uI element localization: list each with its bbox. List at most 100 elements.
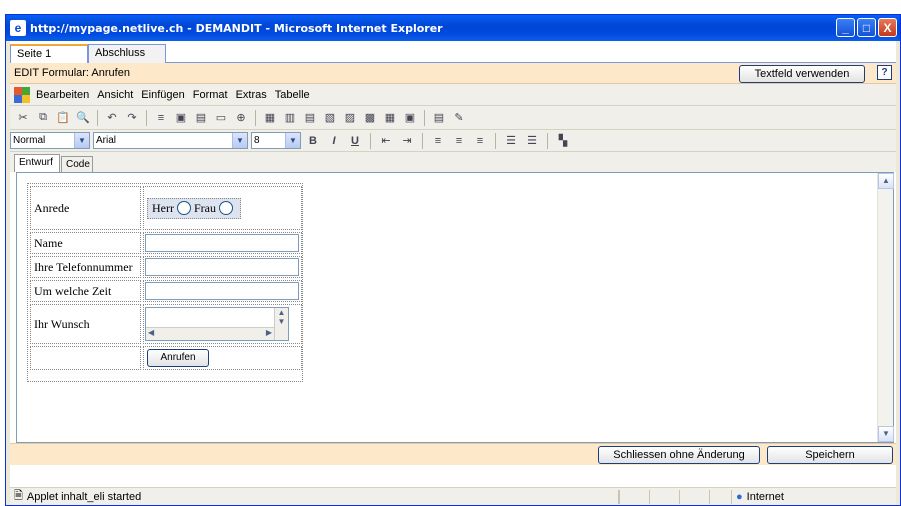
title-bar[interactable]: e http://mypage.netlive.ch - DEMANDIT - …	[6, 15, 900, 41]
table-icon[interactable]: ▦	[261, 109, 279, 127]
text-color-icon[interactable]: ▚	[554, 132, 572, 150]
font-select[interactable]: Arial ▼	[93, 132, 248, 149]
editor-view-tabs: Entwurf Code	[10, 152, 896, 172]
wunsch-textarea[interactable]: ▲ ▼ ◀ ▶	[145, 307, 289, 341]
close-icon: X	[883, 20, 892, 35]
tab-abschluss[interactable]: Abschluss	[88, 44, 166, 63]
menu-bearbeiten[interactable]: Bearbeiten	[36, 89, 89, 101]
link-icon[interactable]: ⊕	[232, 109, 250, 127]
scroll-down-icon[interactable]: ▼	[275, 317, 288, 326]
save-button[interactable]: Speichern	[767, 446, 893, 464]
minimize-button[interactable]: _	[836, 18, 855, 37]
wunsch-cell: ▲ ▼ ◀ ▶	[143, 304, 302, 344]
merge-cells-icon[interactable]: ▩	[361, 109, 379, 127]
cell-properties-icon[interactable]: ▣	[401, 109, 419, 127]
indent-icon[interactable]: ⇥	[398, 132, 416, 150]
ie-logo-icon: e	[10, 20, 26, 36]
paste-icon[interactable]: 📋	[54, 109, 72, 127]
delete-column-icon[interactable]: ▧	[321, 109, 339, 127]
maximize-button[interactable]: □	[857, 18, 876, 37]
font-select-value: Arial	[96, 135, 117, 146]
telefon-label: Ihre Telefonnummer	[30, 256, 141, 278]
herr-radio[interactable]	[176, 201, 191, 215]
use-textfield-button[interactable]: Textfeld verwenden	[739, 65, 865, 83]
align-center-icon[interactable]: ≡	[450, 132, 468, 150]
footer-bar: Schliessen ohne Änderung Speichern	[10, 443, 896, 465]
delete-row-icon[interactable]: ▨	[341, 109, 359, 127]
status-text: Applet inhalt_eli started	[26, 490, 142, 503]
image-icon[interactable]: ▣	[172, 109, 190, 127]
zeit-label: Um welche Zeit	[30, 280, 141, 302]
anrede-label: Anrede	[30, 186, 141, 230]
style-select-value: Normal	[13, 135, 46, 146]
scroll-left-icon[interactable]: ◀	[148, 328, 154, 337]
unordered-list-icon[interactable]: ☰	[523, 132, 541, 150]
redo-icon[interactable]: ↷	[123, 109, 141, 127]
outdent-icon[interactable]: ⇤	[377, 132, 395, 150]
telefon-input[interactable]	[145, 258, 299, 276]
size-select[interactable]: 8 ▼	[251, 132, 301, 149]
globe-icon: ●	[736, 490, 743, 503]
scroll-up-icon[interactable]: ▲	[275, 308, 288, 317]
ordered-list-icon[interactable]: ☰	[502, 132, 520, 150]
browser-window: e http://mypage.netlive.ch - DEMANDIT - …	[5, 14, 901, 506]
name-label: Name	[30, 232, 141, 254]
textarea-vscroll[interactable]: ▲ ▼	[274, 308, 288, 340]
frau-radio[interactable]	[218, 201, 233, 215]
menu-einfuegen[interactable]: Einfügen	[141, 89, 184, 101]
editor-toolbar: ✂ ⧉ 📋 🔍 ↶ ↷ ≡ ▣ ▤ ▭ ⊕ ▦ ▥ ▤ ▧ ▨ ▩ ▦ ▣ ▤ …	[10, 106, 896, 130]
frau-label: Frau	[193, 200, 216, 215]
zeit-input[interactable]	[145, 282, 299, 300]
close-button[interactable]: X	[878, 18, 897, 37]
undo-icon[interactable]: ↶	[103, 109, 121, 127]
menu-format[interactable]: Format	[193, 89, 228, 101]
menu-extras[interactable]: Extras	[236, 89, 267, 101]
herr-label: Herr	[152, 200, 174, 215]
textarea-hscroll[interactable]: ◀ ▶	[146, 327, 274, 340]
menu-tabelle[interactable]: Tabelle	[275, 89, 310, 101]
tab-seite-1[interactable]: Seite 1	[10, 44, 88, 63]
radio-group: Herr Frau	[147, 197, 241, 219]
name-cell	[143, 232, 302, 254]
insert-column-icon[interactable]: ▥	[281, 109, 299, 127]
design-editor-area[interactable]: Anrede Herr Frau Name Ihre Telefonnummer	[16, 172, 894, 443]
bold-button[interactable]: B	[304, 132, 322, 150]
empty-cell	[30, 346, 141, 370]
chevron-down-icon[interactable]: ▼	[285, 133, 300, 148]
form-table: Anrede Herr Frau Name Ihre Telefonnummer	[27, 183, 303, 382]
italic-button[interactable]: I	[325, 132, 343, 150]
style-select[interactable]: Normal ▼	[10, 132, 90, 149]
anrufen-button[interactable]: Anrufen	[147, 349, 209, 367]
page-icon: 🗎	[14, 490, 23, 502]
editor-logo-icon	[14, 86, 30, 103]
insert-row-icon[interactable]: ▤	[301, 109, 319, 127]
horizontal-rule-icon[interactable]: ≡	[152, 109, 170, 127]
scroll-up-icon[interactable]: ▲	[878, 173, 894, 189]
chevron-down-icon[interactable]: ▼	[74, 133, 89, 148]
find-icon[interactable]: 🔍	[74, 109, 92, 127]
size-select-value: 8	[254, 135, 260, 146]
edit-pencil-icon[interactable]: ✎	[450, 109, 468, 127]
form-icon[interactable]: ▤	[192, 109, 210, 127]
close-without-change-button[interactable]: Schliessen ohne Änderung	[598, 446, 760, 464]
name-input[interactable]	[145, 234, 299, 252]
underline-button[interactable]: U	[346, 132, 364, 150]
chevron-down-icon[interactable]: ▼	[232, 133, 247, 148]
tab-code[interactable]: Code	[61, 156, 93, 172]
table-properties-icon[interactable]: ▤	[430, 109, 448, 127]
submit-cell: Anrufen	[143, 346, 302, 370]
scroll-down-icon[interactable]: ▼	[878, 426, 894, 442]
tab-entwurf[interactable]: Entwurf	[14, 154, 60, 172]
window-title: http://mypage.netlive.ch - DEMANDIT - Mi…	[30, 21, 443, 35]
menu-ansicht[interactable]: Ansicht	[97, 89, 133, 101]
align-right-icon[interactable]: ≡	[471, 132, 489, 150]
insert-field-icon[interactable]: ▭	[212, 109, 230, 127]
editor-vscroll[interactable]: ▲ ▼	[877, 173, 894, 442]
split-cells-icon[interactable]: ▦	[381, 109, 399, 127]
scroll-right-icon[interactable]: ▶	[266, 328, 272, 337]
align-left-icon[interactable]: ≡	[429, 132, 447, 150]
copy-icon[interactable]: ⧉	[34, 109, 52, 127]
help-icon[interactable]: ?	[877, 65, 892, 80]
cut-icon[interactable]: ✂	[14, 109, 32, 127]
security-zone: Internet	[746, 490, 784, 503]
